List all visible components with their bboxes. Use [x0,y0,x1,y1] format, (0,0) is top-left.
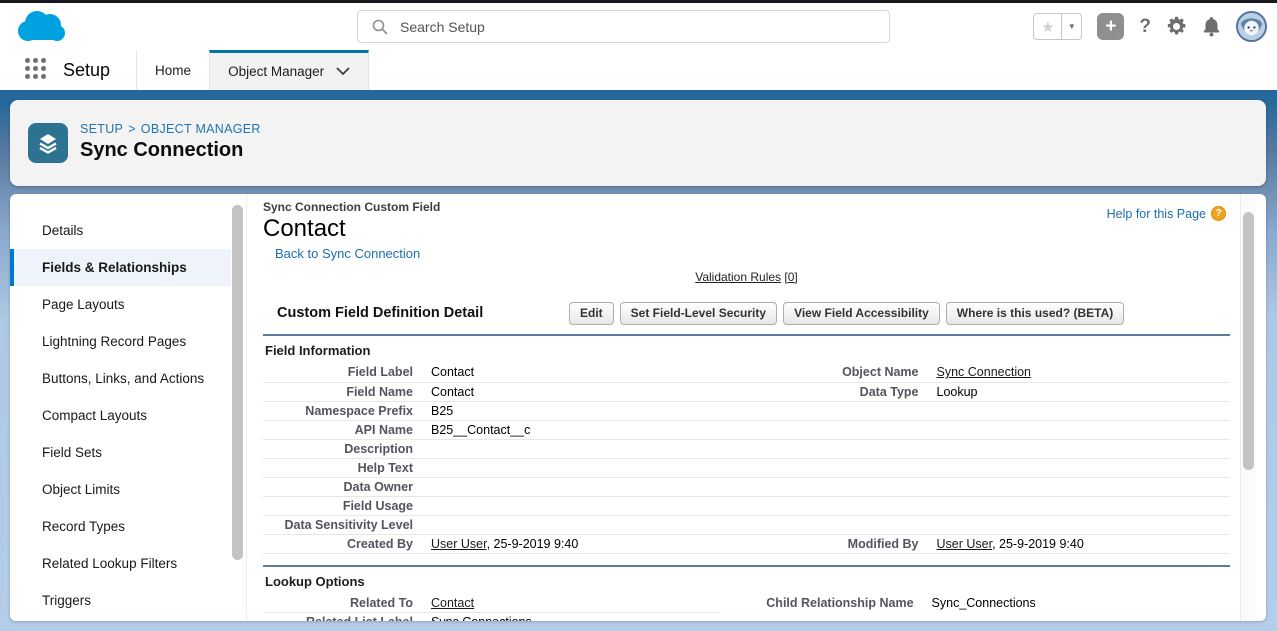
table-row: Field Label Contact Object Name Sync Con… [263,363,1230,382]
field-detail-main: Sync Connection Custom Field Contact Bac… [246,194,1266,621]
favorites-star-icon[interactable]: ★ [1033,13,1062,40]
page-background: SETUP>OBJECT MANAGER Sync Connection Det… [0,90,1277,631]
sidebar-item-record-types[interactable]: Record Types [10,508,231,545]
sidebar-item-related-lookup-filters[interactable]: Related Lookup Filters [10,545,231,582]
sidebar-item-field-sets[interactable]: Field Sets [10,434,231,471]
table-row: Namespace Prefix B25 [263,401,1230,420]
sidebar-item-lightning-record-pages[interactable]: Lightning Record Pages [10,323,231,360]
where-is-this-used-button[interactable]: Where is this used? (BETA) [946,302,1124,325]
table-row: Field Name Contact Data Type Lookup [263,382,1230,401]
sidebar-item-compact-layouts[interactable]: Compact Layouts [10,397,231,434]
object-sidebar: Details Fields & Relationships Page Layo… [10,194,231,621]
sidebar-item-page-layouts[interactable]: Page Layouts [10,286,231,323]
detail-header-bar: Custom Field Definition Detail Edit Set … [263,301,1230,325]
page-title: Sync Connection [80,139,261,162]
object-name-link[interactable]: Sync Connection [937,365,1032,379]
search-icon [372,19,388,35]
tab-object-manager[interactable]: Object Manager [209,50,369,90]
table-row: Field Usage [263,496,1230,515]
field-information-title: Field Information [263,336,1230,363]
sidebar-item-buttons-links-actions[interactable]: Buttons, Links, and Actions [10,360,231,397]
favorites-dropdown-icon[interactable]: ▼ [1062,13,1082,40]
sidebar-item-details[interactable]: Details [10,212,231,249]
field-information-table: Field Label Contact Object Name Sync Con… [263,363,1230,554]
help-for-this-page: Help for this Page ? [1107,206,1226,221]
back-to-object-link[interactable]: Back to Sync Connection [275,246,420,261]
favorites-group: ★ ▼ [1033,13,1082,40]
table-row: API Name B25__Contact__c [263,420,1230,439]
table-row: Data Sensitivity Level [263,515,1230,534]
setup-nav-bar: Setup Home Object Manager [0,50,1277,90]
lookup-options-table: Related To Contact Child Relationship Na… [263,594,1230,622]
help-badge-icon[interactable]: ? [1211,206,1226,221]
object-layers-icon [28,123,68,163]
sidebar-scrollbar[interactable] [231,194,246,621]
notifications-bell-icon[interactable] [1202,16,1221,37]
global-header: ★ ▼ + ? [0,3,1277,50]
sidebar-scrollbar-thumb[interactable] [232,205,243,560]
sidebar-item-triggers[interactable]: Triggers [10,582,231,619]
sidebar-item-fields-relationships[interactable]: Fields & Relationships [10,249,231,286]
table-row: Description [263,439,1230,458]
search-input[interactable] [400,19,830,35]
main-scrollbar[interactable] [1240,194,1256,621]
main-scrollbar-thumb[interactable] [1243,212,1254,470]
breadcrumb-object-manager-link[interactable]: OBJECT MANAGER [141,122,261,136]
salesforce-logo-icon [13,8,68,51]
view-field-accessibility-button[interactable]: View Field Accessibility [783,302,940,325]
table-row: Created By User User, 25-9-2019 9:40 Mod… [263,534,1230,553]
sidebar-item-object-limits[interactable]: Object Limits [10,471,231,508]
app-launcher-icon[interactable] [25,58,49,82]
header-icons: ★ ▼ + ? [1033,3,1267,50]
table-row: Data Owner [263,477,1230,496]
set-field-level-security-button[interactable]: Set Field-Level Security [620,302,777,325]
modified-by-user-link[interactable]: User User [937,537,993,551]
app-name: Setup [63,60,110,81]
created-by-user-link[interactable]: User User [431,537,487,551]
user-avatar[interactable] [1236,11,1267,42]
breadcrumb: SETUP>OBJECT MANAGER [80,122,261,136]
setup-gear-icon[interactable] [1166,16,1187,37]
content-panels: Details Fields & Relationships Page Layo… [10,194,1266,621]
table-row: Related To Contact Child Relationship Na… [263,594,1230,613]
edit-button[interactable]: Edit [569,302,614,325]
tab-home[interactable]: Home [136,50,209,90]
help-question-icon[interactable]: ? [1139,16,1151,38]
table-row: Related List Label Sync Connections [263,613,1230,622]
help-for-this-page-link[interactable]: Help for this Page [1107,207,1206,221]
validation-rules-link[interactable]: Validation Rules [695,270,781,284]
breadcrumb-setup-link[interactable]: SETUP [80,122,123,136]
chevron-down-icon [336,67,350,76]
related-to-link[interactable]: Contact [431,596,474,610]
mini-title: Sync Connection Custom Field [263,200,1230,214]
validation-rules-line: Validation Rules [0] [263,270,1230,284]
detail-section-title: Custom Field Definition Detail [263,305,569,321]
object-header-card: SETUP>OBJECT MANAGER Sync Connection [10,100,1266,186]
lookup-options-title: Lookup Options [263,567,1230,594]
global-actions-plus-icon[interactable]: + [1097,13,1124,40]
table-row: Help Text [263,458,1230,477]
record-title: Contact [263,215,1230,243]
global-search[interactable] [357,10,890,43]
